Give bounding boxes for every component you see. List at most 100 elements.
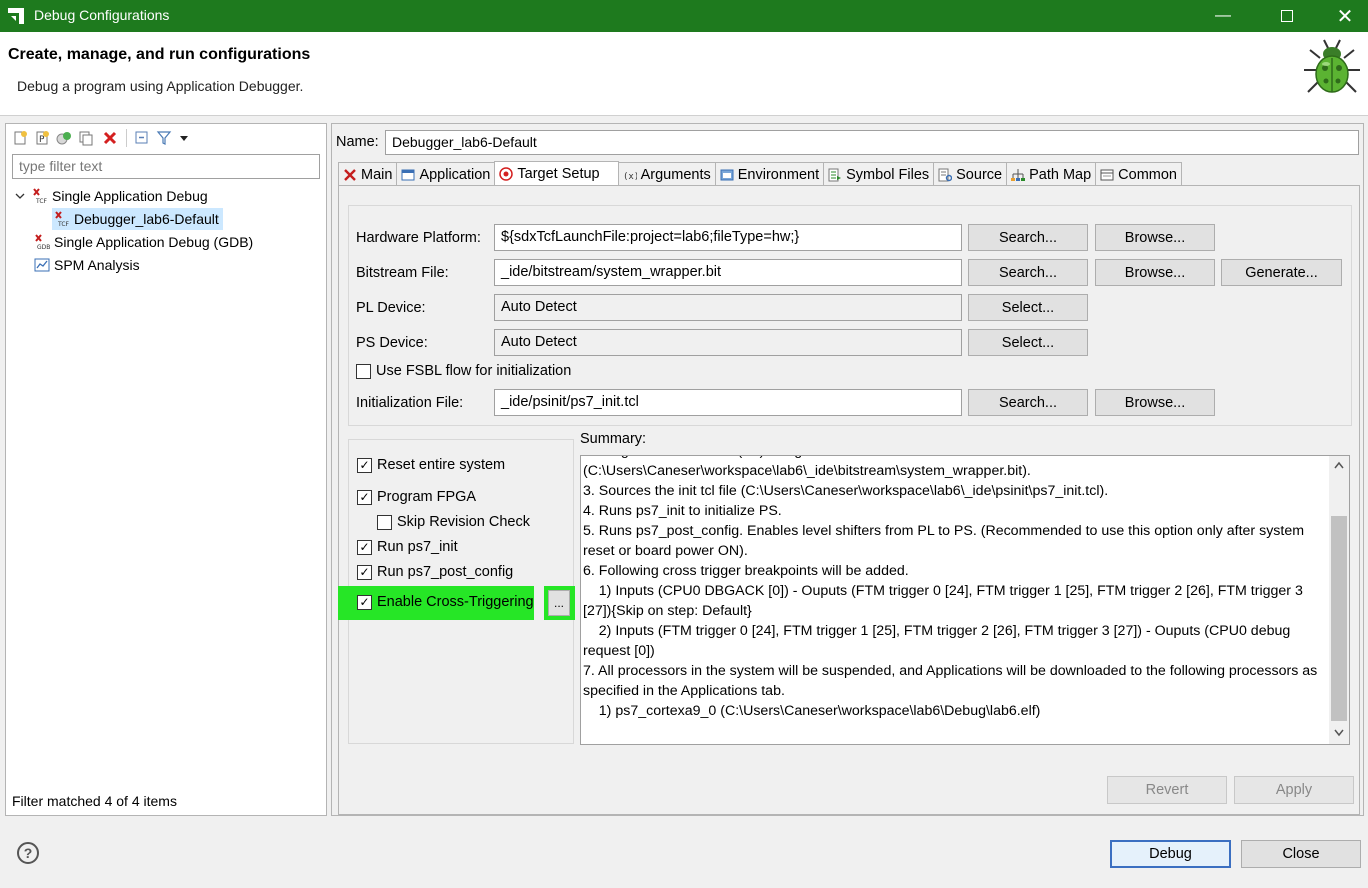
cross-triggering-settings-button[interactable]: ... xyxy=(548,590,570,616)
tcf-icon: TCF xyxy=(33,188,48,204)
filter-icon[interactable] xyxy=(156,130,172,146)
collapse-all-icon[interactable] xyxy=(134,130,150,146)
use-fsbl-checkbox[interactable] xyxy=(356,363,371,379)
skip-revision-checkbox-row[interactable]: Skip Revision Check xyxy=(377,514,530,530)
window-title: Debug Configurations xyxy=(34,7,170,23)
summary-text-area[interactable]: 2. Program FPGA fabric (PL) using the bi… xyxy=(580,455,1350,745)
hardware-platform-browse-button[interactable]: Browse... xyxy=(1095,224,1215,251)
bug-icon xyxy=(1304,39,1360,93)
new-prototype-icon[interactable]: P xyxy=(34,130,50,146)
tab-symbol-files[interactable]: Symbol Files xyxy=(823,162,935,186)
initialization-search-button[interactable]: Search... xyxy=(968,389,1088,416)
export-icon[interactable] xyxy=(56,130,72,146)
common-icon xyxy=(1100,169,1114,180)
tab-label: Symbol Files xyxy=(846,166,930,183)
cross-triggering-checkbox-row[interactable]: ✓ Enable Cross-Triggering xyxy=(357,594,534,610)
tree-item-single-application-debug[interactable]: TCF Single Application Debug xyxy=(14,185,208,207)
chevron-up-icon[interactable] xyxy=(1333,460,1345,470)
chevron-down-icon[interactable] xyxy=(1333,728,1345,738)
summary-scrollbar-thumb[interactable] xyxy=(1331,516,1347,721)
skip-revision-checkbox[interactable] xyxy=(377,514,392,530)
symbol-icon xyxy=(828,168,842,181)
ps-device-select-button[interactable]: Select... xyxy=(968,329,1088,356)
help-icon[interactable]: ? xyxy=(17,842,39,864)
configuration-list-panel: P type filter text TCF Single Applicatio… xyxy=(5,123,327,816)
pl-device-select-button[interactable]: Select... xyxy=(968,294,1088,321)
maximize-icon xyxy=(1281,10,1293,22)
initialization-browse-button[interactable]: Browse... xyxy=(1095,389,1215,416)
run-ps7-post-config-checkbox[interactable]: ✓ xyxy=(357,564,372,580)
tab-application[interactable]: Application xyxy=(396,162,496,186)
new-configuration-icon[interactable] xyxy=(12,130,28,146)
maximize-button[interactable] xyxy=(1264,0,1310,32)
tab-label: Environment xyxy=(737,166,820,183)
tab-common[interactable]: Common xyxy=(1095,162,1182,186)
title-bar: Debug Configurations — ✕ xyxy=(0,0,1368,32)
tree-item-spm-analysis[interactable]: SPM Analysis xyxy=(34,254,140,276)
use-fsbl-checkbox-row[interactable]: Use FSBL flow for initialization xyxy=(356,363,571,379)
tab-main[interactable]: Main xyxy=(338,162,398,186)
tab-environment[interactable]: Environment xyxy=(714,162,825,186)
dialog-header: Create, manage, and run configurations D… xyxy=(0,32,1368,116)
chevron-down-icon[interactable] xyxy=(14,188,26,204)
gdb-icon: GDB xyxy=(35,234,50,250)
revert-button[interactable]: Revert xyxy=(1107,776,1227,804)
cross-triggering-checkbox[interactable]: ✓ xyxy=(357,594,372,610)
summary-text: 2. Program FPGA fabric (PL) using the bi… xyxy=(583,456,1318,719)
tab-target-setup[interactable]: Target Setup xyxy=(494,161,619,186)
use-fsbl-label: Use FSBL flow for initialization xyxy=(376,363,572,379)
apply-button[interactable]: Apply xyxy=(1234,776,1354,804)
tree-item-single-application-debug-gdb[interactable]: GDB Single Application Debug (GDB) xyxy=(34,231,253,253)
run-ps7-init-checkbox[interactable]: ✓ xyxy=(357,539,372,555)
name-input[interactable]: Debugger_lab6-Default xyxy=(385,130,1359,155)
close-icon: ✕ xyxy=(1336,5,1354,28)
environment-icon xyxy=(720,169,734,180)
reset-system-checkbox[interactable]: ✓ xyxy=(357,457,372,473)
chevron-down-icon[interactable] xyxy=(178,130,190,146)
hardware-platform-input[interactable]: ${sdxTcfLaunchFile:project=lab6;fileType… xyxy=(494,224,962,251)
hardware-platform-search-button[interactable]: Search... xyxy=(968,224,1088,251)
tab-arguments[interactable]: (x)= Arguments xyxy=(617,162,716,186)
tab-source[interactable]: Source xyxy=(933,162,1008,186)
initialization-file-input[interactable]: _ide/psinit/ps7_init.tcl xyxy=(494,389,962,416)
pl-device-label: PL Device: xyxy=(356,300,426,316)
minimize-button[interactable]: — xyxy=(1200,0,1246,32)
debug-button[interactable]: Debug xyxy=(1110,840,1231,868)
target-icon xyxy=(499,167,514,181)
close-window-button[interactable]: ✕ xyxy=(1322,0,1368,32)
tab-label: Source xyxy=(956,166,1003,183)
close-button[interactable]: Close xyxy=(1241,840,1361,868)
tab-bar: Main Application Target Setup (x)= Argum… xyxy=(338,161,1182,186)
minimize-icon: — xyxy=(1215,7,1231,24)
program-fpga-label: Program FPGA xyxy=(377,489,477,505)
tab-label: Arguments xyxy=(640,166,711,183)
bitstream-generate-button[interactable]: Generate... xyxy=(1221,259,1342,286)
tab-label: Common xyxy=(1118,166,1177,183)
initialization-file-label: Initialization File: xyxy=(356,395,464,411)
pathmap-icon xyxy=(1011,168,1026,181)
ps-device-input: Auto Detect xyxy=(494,329,962,356)
run-ps7-post-config-checkbox-row[interactable]: ✓ Run ps7_post_config xyxy=(357,564,513,580)
xilinx-icon xyxy=(344,168,356,181)
summary-scrollbar[interactable] xyxy=(1329,456,1349,744)
reset-system-checkbox-row[interactable]: ✓ Reset entire system xyxy=(357,457,505,473)
svg-text:TCF: TCF xyxy=(57,221,70,227)
reset-system-label: Reset entire system xyxy=(377,457,506,473)
run-ps7-init-checkbox-row[interactable]: ✓ Run ps7_init xyxy=(357,539,458,555)
bitstream-search-button[interactable]: Search... xyxy=(968,259,1088,286)
program-fpga-checkbox[interactable]: ✓ xyxy=(357,489,372,505)
program-fpga-checkbox-row[interactable]: ✓ Program FPGA xyxy=(357,489,476,505)
run-ps7-post-config-label: Run ps7_post_config xyxy=(377,564,514,580)
tab-path-map[interactable]: Path Map xyxy=(1006,162,1097,186)
duplicate-icon[interactable] xyxy=(78,130,94,146)
bitstream-file-input[interactable]: _ide/bitstream/system_wrapper.bit xyxy=(494,259,962,286)
svg-text:(x)=: (x)= xyxy=(623,172,637,182)
tree-item-debugger-lab6-default[interactable]: TCF Debugger_lab6-Default xyxy=(52,208,223,230)
header-title: Create, manage, and run configurations xyxy=(8,46,311,63)
app-icon xyxy=(8,8,24,24)
hardware-platform-label: Hardware Platform: xyxy=(356,230,481,246)
filter-input[interactable]: type filter text xyxy=(12,154,320,179)
bitstream-browse-button[interactable]: Browse... xyxy=(1095,259,1215,286)
delete-icon[interactable] xyxy=(102,130,118,146)
tree-item-label: SPM Analysis xyxy=(54,257,140,273)
